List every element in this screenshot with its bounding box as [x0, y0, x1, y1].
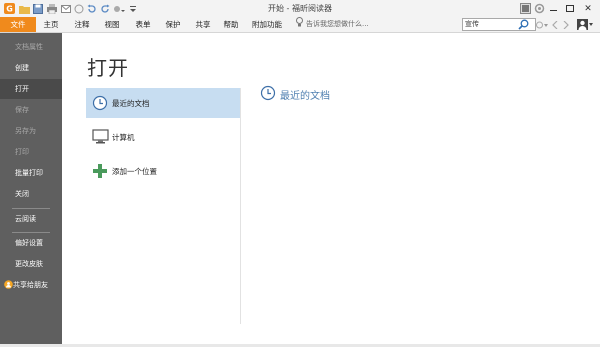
menu-addons[interactable]: 附加功能 — [248, 17, 286, 32]
lightbulb-icon — [296, 17, 303, 32]
sidebar-item-open[interactable]: 打开 — [0, 79, 62, 99]
sidebar-item-save[interactable]: 保存 — [0, 100, 62, 120]
option-add-location[interactable]: 添加一个位置 — [86, 156, 240, 186]
sidebar-item-close[interactable]: 关闭 — [0, 184, 62, 204]
window-title: 开始 - 福昕阅读器 — [268, 4, 332, 13]
menu-share[interactable]: 共享 — [190, 17, 216, 32]
menu-file[interactable]: 文件 — [0, 17, 36, 32]
option-recent-documents[interactable]: 最近的文档 — [86, 88, 240, 118]
menu-help[interactable]: 帮助 — [218, 17, 244, 32]
add-location-icon — [91, 162, 109, 180]
menu-form[interactable]: 表单 — [130, 17, 156, 32]
clock-icon — [260, 85, 276, 103]
sidebar-item-save-as[interactable]: 另存为 — [0, 121, 62, 141]
menu-view[interactable]: 视图 — [99, 17, 125, 32]
share-icon — [4, 280, 13, 291]
recent-documents-panel-title: 最近的文档 — [260, 85, 330, 103]
title-bar: G 开始 - 福昕阅读器 ✕ — [0, 0, 600, 17]
search-icon[interactable] — [518, 19, 529, 32]
tell-me-text: 告诉我您想做什么... — [306, 20, 369, 28]
sidebar-item-document-properties[interactable]: 文档属性 — [0, 37, 62, 57]
file-sidebar: 文档属性 创建 打开 保存 另存为 打印 批量打印 关闭 云阅读 偏好设置 更改… — [0, 33, 62, 344]
sidebar-item-batch-print[interactable]: 批量打印 — [0, 163, 62, 183]
next-icon[interactable] — [563, 20, 569, 31]
account-icon[interactable] — [577, 19, 593, 32]
tell-me-box[interactable]: 告诉我您想做什么... — [296, 17, 369, 32]
option-label: 添加一个位置 — [112, 166, 157, 176]
option-label: 计算机 — [112, 132, 135, 142]
clock-icon — [91, 94, 109, 112]
sidebar-item-change-skin[interactable]: 更改皮肤 — [0, 254, 62, 274]
sidebar-item-create[interactable]: 创建 — [0, 58, 62, 78]
menu-home[interactable]: 主页 — [38, 17, 64, 32]
computer-icon — [91, 128, 109, 146]
search-options-icon[interactable] — [536, 21, 548, 31]
previous-icon[interactable] — [552, 20, 558, 31]
option-label: 最近的文档 — [112, 98, 150, 108]
option-computer[interactable]: 计算机 — [86, 122, 240, 152]
sidebar-item-preferences[interactable]: 偏好设置 — [0, 233, 62, 253]
panel-title-text: 最近的文档 — [280, 90, 330, 102]
panel-divider — [240, 88, 241, 324]
maximize-button[interactable] — [560, 2, 580, 15]
sidebar-item-print[interactable]: 打印 — [0, 142, 62, 162]
page-title: 打开 — [87, 56, 129, 80]
menu-bar: 文件 主页 注释 视图 表单 保护 共享 帮助 附加功能 告诉我您想做什么...… — [0, 17, 600, 33]
menu-comment[interactable]: 注释 — [69, 17, 95, 32]
skin-icon[interactable] — [519, 3, 531, 14]
sidebar-item-cloud-reading[interactable]: 云阅读 — [0, 209, 62, 229]
close-button[interactable]: ✕ — [578, 2, 598, 15]
menu-protect[interactable]: 保护 — [160, 17, 186, 32]
